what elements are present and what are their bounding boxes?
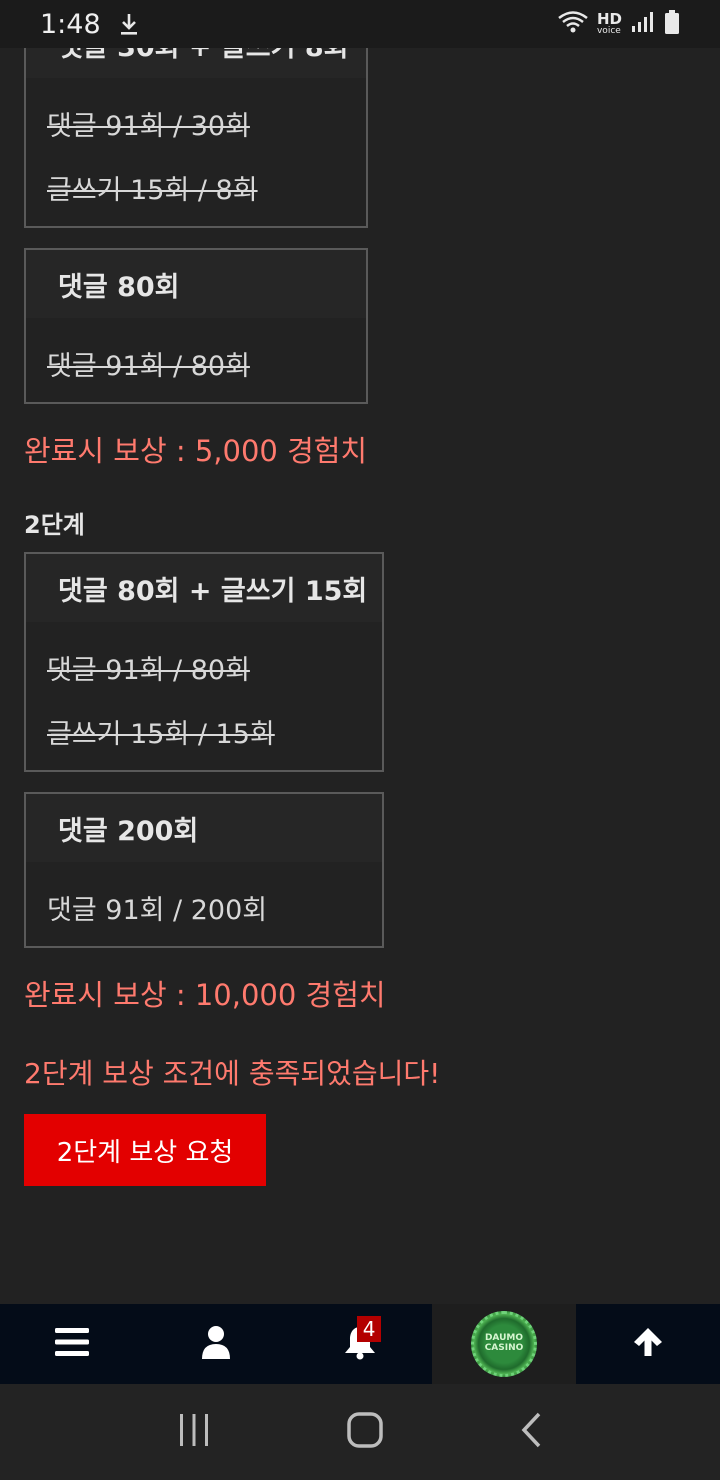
mission-progress-comment: 댓글 91회 / 80회 [47,351,250,382]
mission-progress-comment: 댓글 91회 / 30회 [47,111,250,142]
user-icon [201,1325,231,1363]
scroll-top-button[interactable] [576,1304,720,1384]
wifi-icon [557,10,589,38]
home-logo-button[interactable]: DAUMO CASINO [432,1304,576,1384]
mission-progress-comment: 댓글 91회 / 80회 [47,655,250,686]
condition-met-message: 2단계 보상 조건에 충족되었습니다! [24,1057,441,1090]
notification-badge: 4 [357,1316,382,1342]
mission-box-stage2-b: 댓글 200회 댓글 91회 / 200회 [24,792,384,948]
mission-progress-post: 글쓰기 15회 / 8회 [47,175,258,206]
signal-icon [630,10,656,38]
bottom-app-bar: 4 DAUMO CASINO [0,1304,720,1384]
system-nav-bar [0,1384,720,1480]
stage2-reward-text: 완료시 보상 : 10,000 경험치 [24,978,386,1012]
arrow-up-icon [631,1326,665,1362]
hd-voice-icon: HD voice [596,10,622,36]
profile-button[interactable] [144,1304,288,1384]
menu-icon [55,1327,89,1361]
stage2-label: 2단계 [24,511,85,539]
stage1-reward-text: 완료시 보상 : 5,000 경험치 [24,434,368,468]
download-icon [119,12,139,36]
mission-progress-post: 글쓰기 15회 / 15회 [47,719,275,750]
back-icon[interactable] [519,1411,543,1453]
mission-content: 댓글 30회 + 글쓰기 8회 댓글 91회 / 30회 글쓰기 15회 / 8… [0,0,720,1304]
mission-box-stage1-b: 댓글 80회 댓글 91회 / 80회 [24,248,368,404]
notifications-button[interactable]: 4 [288,1304,432,1384]
mission-title: 댓글 80회 + 글쓰기 15회 [26,554,382,622]
battery-icon [664,9,680,39]
mission-box-stage2-a: 댓글 80회 + 글쓰기 15회 댓글 91회 / 80회 글쓰기 15회 / … [24,552,384,772]
mission-progress-comment: 댓글 91회 / 200회 [47,895,268,926]
home-icon[interactable] [346,1411,384,1453]
status-time: 1:48 [40,8,101,40]
page: 1:48 HD voice 댓글 30회 + 글쓰기 8회 댓글 91회 / 3… [0,0,720,1480]
casino-logo: DAUMO CASINO [471,1311,537,1377]
status-icons: HD voice [557,9,680,39]
request-reward-button[interactable]: 2단계 보상 요청 [24,1114,266,1186]
recent-apps-icon[interactable] [177,1413,211,1451]
mission-title: 댓글 200회 [26,794,382,862]
menu-button[interactable] [0,1304,144,1384]
status-bar: 1:48 HD voice [0,0,720,48]
mission-title: 댓글 80회 [26,250,366,318]
